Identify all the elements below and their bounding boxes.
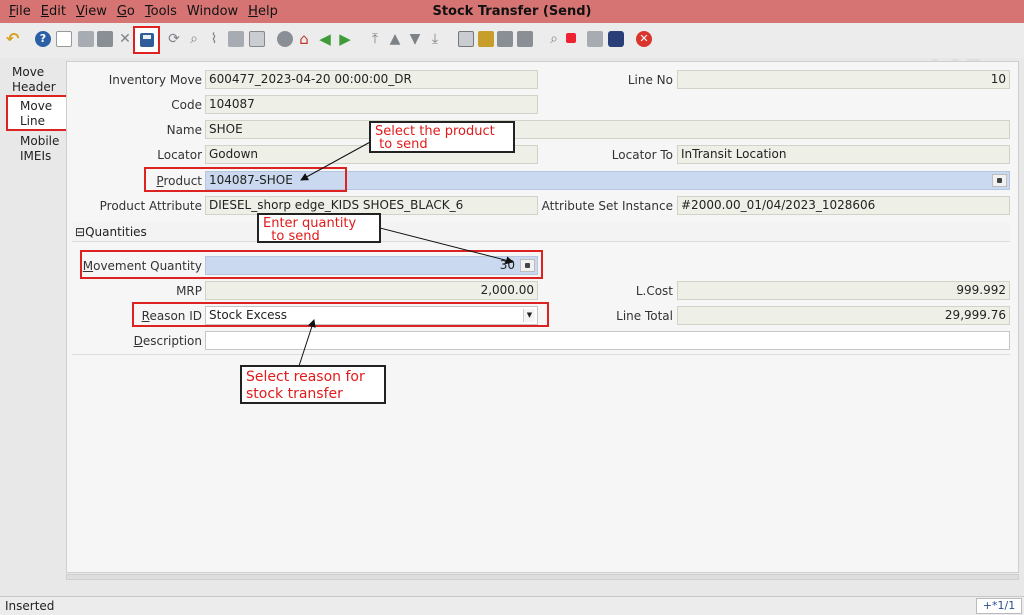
status-text: Inserted [5,599,55,613]
callout-select-reason: Select reason for stock transfer [240,365,386,404]
annotation-arrows [298,140,514,367]
callout-select-product: Select the product to send [369,121,515,153]
callout-enter-quantity: Enter quantity to send [257,213,381,243]
record-navigator[interactable]: +*1/1 [976,598,1022,614]
status-bar: Inserted +*1/1 [0,596,1024,615]
